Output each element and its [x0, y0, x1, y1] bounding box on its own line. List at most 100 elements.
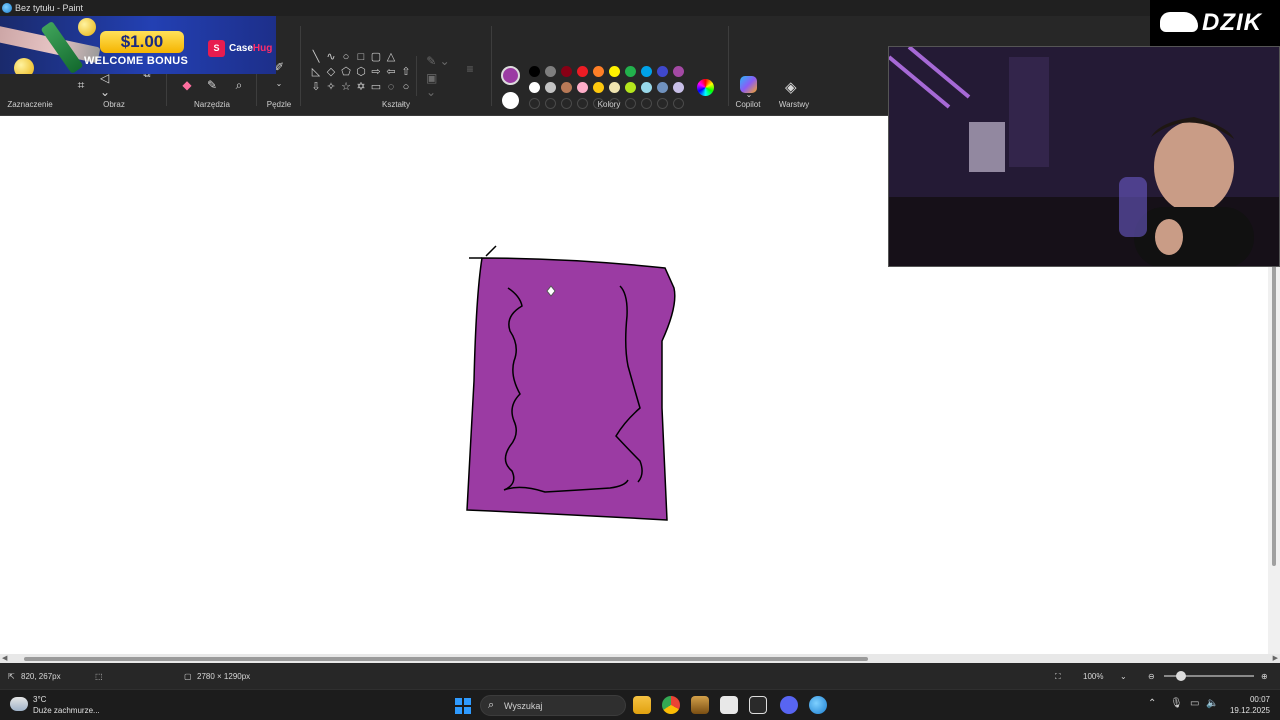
crop-icon[interactable]: ⌗ [74, 78, 88, 92]
fill-icon[interactable]: ▣ ⌄ [426, 71, 450, 99]
callout-cloud-shape-icon[interactable]: ○ [399, 79, 413, 94]
stroke-size-icon[interactable]: ≡ [462, 62, 478, 76]
file-explorer-icon[interactable] [633, 696, 651, 714]
palette-row1-swatch-0[interactable] [529, 66, 540, 77]
palette-row2-swatch-9[interactable] [673, 82, 684, 93]
line-shape-icon[interactable]: ╲ [309, 49, 323, 64]
rotate-icon[interactable]: ◁ ⌄ [100, 71, 122, 99]
palette-row2-swatch-7[interactable] [641, 82, 652, 93]
custom-color-slot[interactable] [529, 98, 540, 109]
app-icon[interactable] [691, 696, 709, 714]
palette-row1-swatch-3[interactable] [577, 66, 588, 77]
arrow-right-shape-icon[interactable]: ⇨ [369, 64, 383, 79]
scroll-left-icon[interactable]: ◀ [2, 654, 7, 662]
callout-rect-shape-icon[interactable]: ▭ [369, 79, 383, 94]
paint-taskbar-icon[interactable] [809, 696, 827, 714]
secondary-color-swatch[interactable] [502, 92, 519, 109]
palette-row2-swatch-8[interactable] [657, 82, 668, 93]
palette-row1-swatch-1[interactable] [545, 66, 556, 77]
start-button[interactable] [455, 698, 471, 714]
app-icon[interactable] [720, 696, 738, 714]
group-label-colors: Kolory [597, 100, 621, 109]
palette-row2-swatch-1[interactable] [545, 82, 556, 93]
arrow-down-shape-icon[interactable]: ⇩ [309, 79, 323, 94]
group-label-brushes: Pędzle [266, 100, 292, 109]
volume-icon[interactable]: 🔈 [1206, 698, 1218, 709]
bonus-label: WELCOME BONUS [84, 55, 189, 67]
zoom-dropdown-icon[interactable]: ⌄ [1120, 672, 1127, 681]
hexagon-shape-icon[interactable]: ⬡ [354, 64, 368, 79]
star5-shape-icon[interactable]: ☆ [339, 79, 353, 94]
zoom-slider-handle[interactable] [1176, 671, 1186, 681]
zoom-in-icon[interactable]: ⊕ [1261, 672, 1268, 681]
arrow-up-shape-icon[interactable]: ⇧ [399, 64, 413, 79]
palette-row1-swatch-7[interactable] [641, 66, 652, 77]
chrome-icon[interactable] [662, 696, 680, 714]
coin-graphic [14, 58, 34, 74]
outline-icon[interactable]: ✎ ⌄ [426, 54, 450, 68]
oval-shape-icon[interactable]: ○ [339, 49, 353, 64]
palette-row1-swatch-2[interactable] [561, 66, 572, 77]
group-label-tools: Narzędzia [193, 100, 230, 109]
layers-icon[interactable]: ◈ [785, 78, 797, 96]
weather-temperature[interactable]: 3°C [33, 695, 46, 704]
color-picker-icon[interactable]: ✎ [205, 78, 219, 92]
triangle-shape-icon[interactable]: △ [384, 49, 398, 64]
rounded-rectangle-shape-icon[interactable]: ▢ [369, 49, 383, 64]
edit-colors-icon[interactable] [697, 79, 714, 96]
star4-shape-icon[interactable]: ✧ [324, 79, 338, 94]
primary-color-swatch[interactable] [501, 66, 520, 85]
fit-to-window-icon[interactable]: ⛶ [1055, 672, 1061, 682]
star6-shape-icon[interactable]: ✡ [354, 79, 368, 94]
epic-games-icon[interactable] [749, 696, 767, 714]
palette-row2-swatch-4[interactable] [593, 82, 604, 93]
rectangle-shape-icon[interactable]: □ [354, 49, 368, 64]
custom-color-slot[interactable] [673, 98, 684, 109]
curve-shape-icon[interactable]: ∿ [324, 49, 338, 64]
casehug-logo-icon: S [208, 40, 225, 57]
microphone-icon[interactable]: 🎙 [1170, 698, 1183, 709]
zoom-out-icon[interactable]: ⊖ [1148, 672, 1155, 681]
palette-row2-swatch-5[interactable] [609, 82, 620, 93]
eraser-icon[interactable]: ◆ [180, 78, 194, 92]
screen: Bez tytułu - Paint ⌗ ◁ ⌄ ⧉ Obraz Zaznacz… [0, 0, 1280, 720]
chevron-down-icon[interactable]: ⌄ [742, 90, 756, 99]
palette-row1-swatch-6[interactable] [625, 66, 636, 77]
scroll-right-icon[interactable]: ▶ [1273, 654, 1278, 662]
magnifier-icon[interactable]: ⌕ [232, 78, 246, 92]
palette-row2-swatch-0[interactable] [529, 82, 540, 93]
right-triangle-shape-icon[interactable]: ◺ [309, 64, 323, 79]
palette-row1-swatch-4[interactable] [593, 66, 604, 77]
weather-description[interactable]: Duże zachmurze... [33, 706, 100, 715]
pentagon-shape-icon[interactable]: ⬠ [339, 64, 353, 79]
boar-icon [1160, 12, 1198, 32]
palette-row2-swatch-6[interactable] [625, 82, 636, 93]
custom-color-slot[interactable] [657, 98, 668, 109]
palette-row2-swatch-3[interactable] [577, 82, 588, 93]
custom-color-slot[interactable] [545, 98, 556, 109]
horizontal-scrollbar[interactable]: ◀ ▶ [0, 654, 1280, 663]
diamond-shape-icon[interactable]: ◇ [324, 64, 338, 79]
callout-oval-shape-icon[interactable]: ◌ [384, 79, 398, 94]
divider [300, 26, 301, 106]
arrow-left-shape-icon[interactable]: ⇦ [384, 64, 398, 79]
search-placeholder: Wyszukaj [504, 701, 543, 711]
palette-row1-swatch-5[interactable] [609, 66, 620, 77]
palette-row1-swatch-9[interactable] [673, 66, 684, 77]
network-icon[interactable]: ▭ [1190, 698, 1199, 709]
cloud-icon[interactable] [10, 697, 28, 711]
clock[interactable]: 00:07 19.12.2025 [1228, 694, 1270, 716]
palette-row1-swatch-8[interactable] [657, 66, 668, 77]
discord-icon[interactable] [780, 696, 798, 714]
palette-row2-swatch-2[interactable] [561, 82, 572, 93]
coin-graphic [78, 18, 96, 36]
zoom-level[interactable]: 100% [1083, 672, 1103, 681]
tray-chevron-up-icon[interactable]: ⌃ [1148, 698, 1156, 709]
promo-banner[interactable]: $1.00 WELCOME BONUS S CaseHug [0, 16, 276, 74]
selection-size-icon: ⬚ [95, 672, 103, 681]
taskbar-search[interactable]: ⌕ Wyszukaj [480, 695, 626, 716]
custom-color-slot[interactable] [641, 98, 652, 109]
custom-color-slot[interactable] [561, 98, 572, 109]
scroll-thumb[interactable] [24, 657, 868, 661]
chevron-down-icon[interactable]: ⌄ [272, 78, 286, 88]
